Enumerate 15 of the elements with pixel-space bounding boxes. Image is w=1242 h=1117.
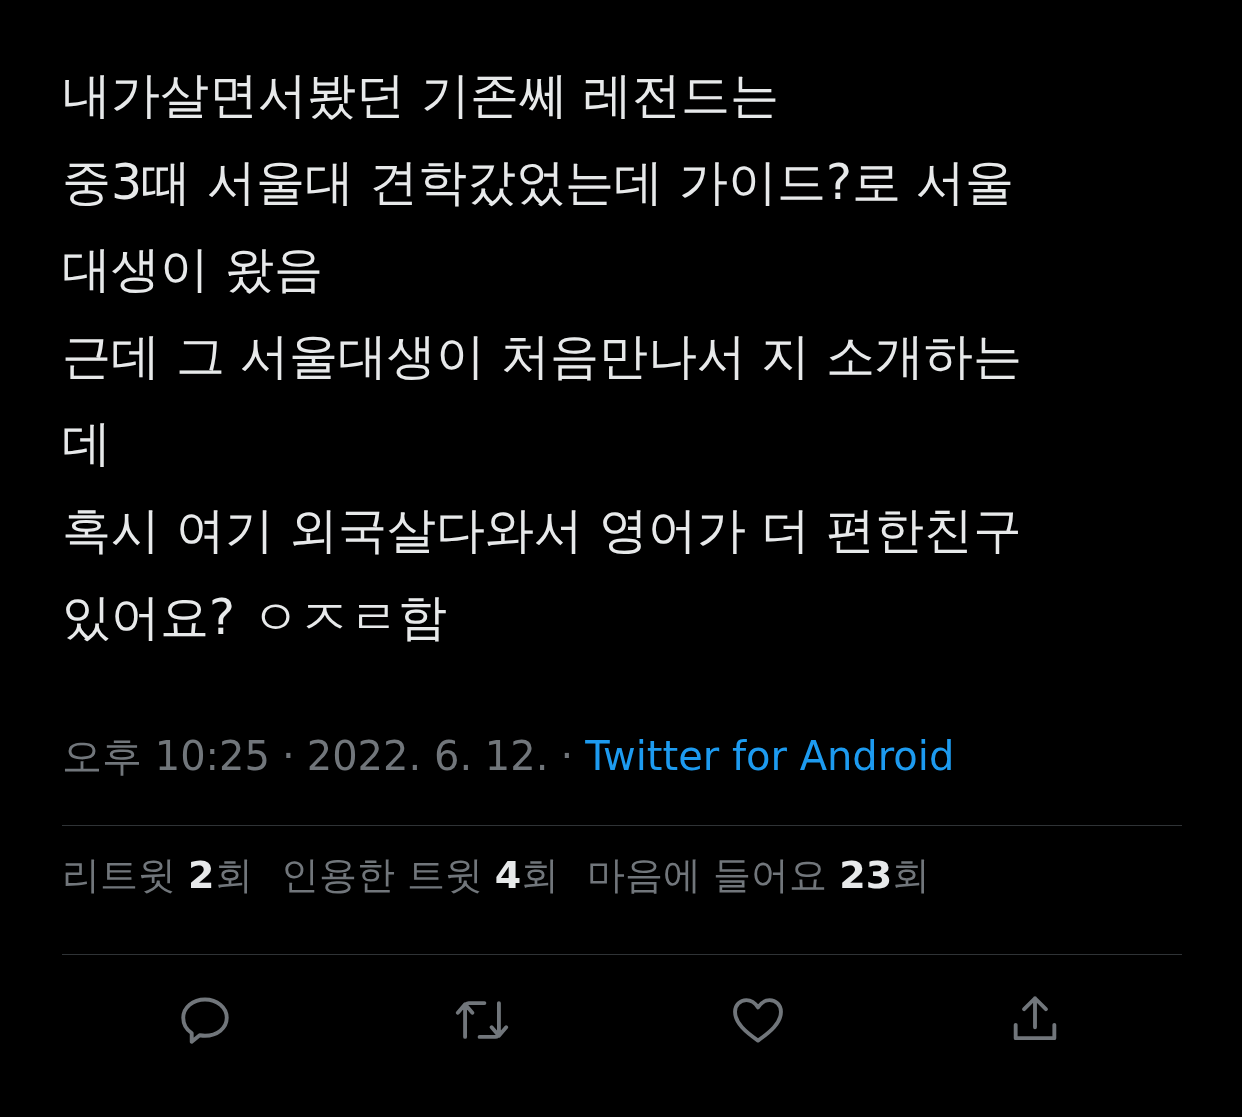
tweet-time: 오후 10:25 [62,731,270,781]
tweet-text: 내가살면서봤던 기존쎄 레전드는 [62,66,780,126]
tweet-text: 중3때 서울대 견학갔었는데 가이드?로 서울 [62,153,1015,213]
tweet-text: 혹시 여기 외국살다와서 영어가 더 편한친구 [62,501,1022,561]
stat-count[interactable]: 리트윗 2회 [62,849,253,901]
stat-count[interactable]: 인용한 트윗 4회 [280,849,560,901]
separator-dot: · [560,733,574,779]
tweet-text: 대생이 왔음 [62,240,323,300]
tweet-text: 데 [62,414,111,474]
stat-count[interactable]: 마음에 들어요 23회 [587,849,931,901]
source-link[interactable]: Twitter for Android [585,733,955,779]
tweet-text: 근데 그 서울대생이 처음만나서 지 소개하는 [62,327,1022,387]
tweet-text: 있어요? ㅇㅈㄹ함 [62,588,447,648]
tweet-date: 2022. 6. 12. [306,733,549,779]
separator-dot: · [282,733,295,779]
